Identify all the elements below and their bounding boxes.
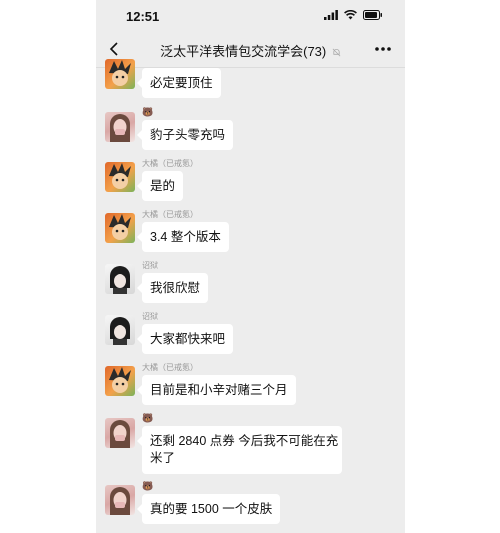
avatar[interactable] (105, 366, 135, 396)
chat-title: 泛太平洋表情包交流学会(73) (130, 41, 371, 60)
message-bubble[interactable]: 真的要 1500 一个皮肤 (136, 494, 281, 524)
status-bar: 12:51 (96, 0, 405, 32)
message-bubble[interactable]: 豹子头零充吗 (136, 120, 234, 150)
girl-avatar-icon (110, 420, 130, 448)
message-text-line: 米了 (150, 451, 176, 465)
sender-name: 🐻 (142, 413, 154, 423)
battery-icon (363, 10, 382, 20)
message-bubble[interactable]: 大家都快来吧 (136, 324, 234, 354)
sender-name: 大橘（已戒氪） (142, 159, 198, 168)
message-bubble[interactable]: 3.4 整个版本 (137, 222, 229, 252)
avatar[interactable] (105, 485, 135, 515)
avatar[interactable] (105, 112, 135, 142)
chat-title-text: 泛太平洋表情包交流学会(73) (160, 44, 327, 59)
wifi-icon (344, 10, 357, 20)
sender-name: 大橘（已戒氪） (142, 363, 198, 372)
message-bubble[interactable]: 我很欣慰 (136, 273, 209, 303)
orange-character-avatar-icon (109, 60, 131, 86)
chat-header: 泛太平洋表情包交流学会(73) (96, 32, 405, 68)
avatar[interactable] (105, 315, 135, 345)
avatar[interactable] (105, 418, 135, 448)
avatar[interactable] (105, 213, 135, 243)
orange-character-avatar-icon (109, 163, 131, 189)
sender-name: 🐻 (142, 481, 154, 491)
status-icons (324, 10, 383, 20)
back-arrow-icon[interactable] (106, 40, 124, 58)
sender-name: 诏狱 (142, 261, 158, 270)
orange-character-avatar-icon (109, 367, 131, 393)
message-bubble[interactable]: 目前是和小辛对赌三个月 (137, 375, 296, 405)
message-bubble[interactable]: 必定要顶住 (137, 68, 221, 98)
signal-icon (324, 10, 338, 20)
sender-name: 诏狱 (142, 312, 158, 321)
message-bubble[interactable]: 是的 (136, 171, 184, 201)
avatar[interactable] (105, 264, 135, 294)
dark-hair-avatar-icon (110, 266, 130, 294)
mute-bell-icon (332, 48, 341, 57)
girl-avatar-icon (110, 487, 130, 515)
chat-messages[interactable]: 必定要顶住 🐻 豹子头零充吗 大橘（已戒氪） 是的 大橘（已戒氪） 3.4 整个… (96, 59, 405, 533)
more-options-icon[interactable] (373, 42, 393, 56)
girl-avatar-icon (110, 114, 130, 142)
orange-character-avatar-icon (109, 214, 131, 240)
message-text-line: 还剩 2840 点券 今后我不可能在充 (150, 434, 339, 448)
dark-hair-avatar-icon (110, 317, 130, 345)
phone-screen: 12:51 泛太平洋表情包交流学会(73) 必定要顶住 🐻 豹子头零充吗 大橘（… (96, 0, 405, 533)
avatar[interactable] (105, 162, 135, 192)
sender-name: 🐻 (142, 107, 154, 117)
avatar[interactable] (105, 59, 135, 89)
sender-name: 大橘（已戒氪） (142, 210, 198, 219)
message-bubble[interactable]: 还剩 2840 点券 今后我不可能在充 米了 (137, 426, 342, 474)
status-time: 12:51 (126, 9, 160, 24)
